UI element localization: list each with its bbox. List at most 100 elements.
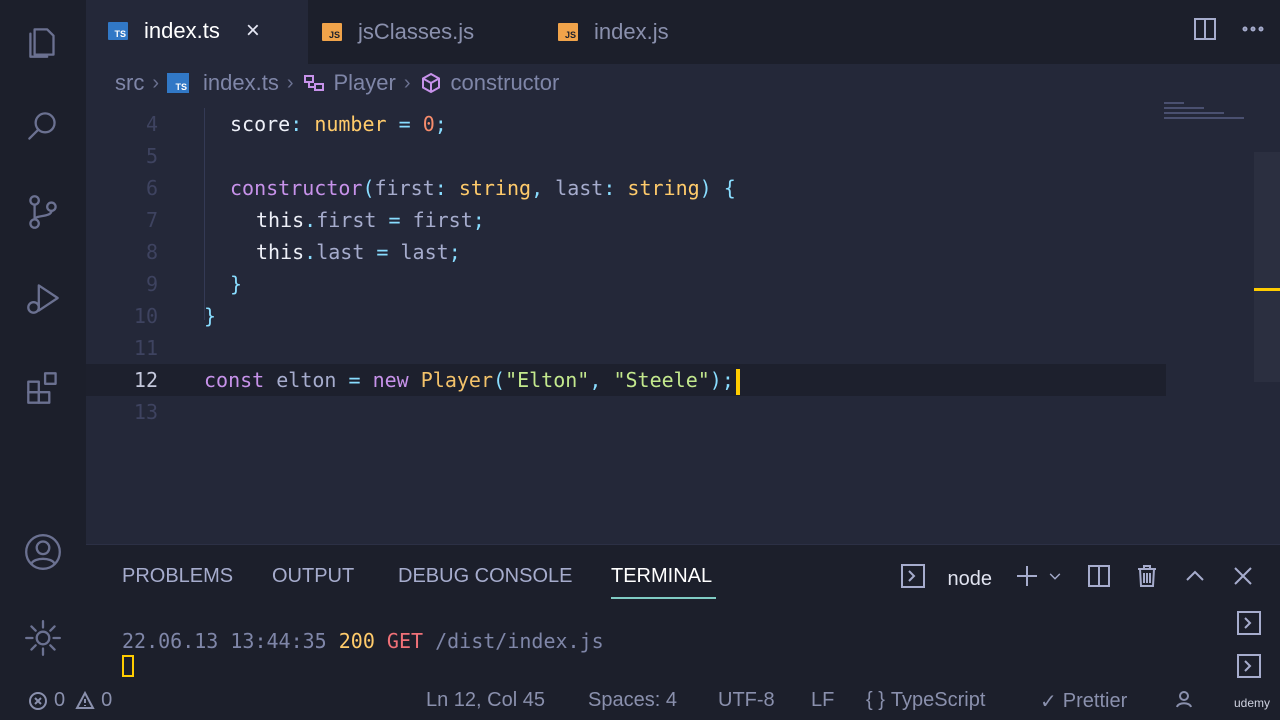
code-text: } [204,300,216,332]
log-timestamp: 22.06.13 13:44:35 [122,629,327,653]
breadcrumb-file[interactable]: index.ts [203,70,279,96]
terminal-icon[interactable] [1236,654,1262,683]
accounts-icon[interactable] [21,530,65,574]
terminal-icon[interactable] [1236,611,1262,640]
tab-problems[interactable]: PROBLEMS [122,565,233,588]
code-line[interactable]: 10} [86,300,1166,332]
formatter-label: Prettier [1062,690,1128,712]
watermark: udemy [1233,696,1270,710]
code-token: last [316,240,365,264]
encoding[interactable]: UTF-8 [718,689,775,712]
method-icon [419,71,443,95]
panel-actions: node [900,563,1257,595]
status-bar: 0 0 Ln 12, Col 45 Spaces: 4 UTF-8 LF { }… [0,684,1280,720]
code-token: Player [420,368,494,392]
extensions-icon[interactable] [21,366,65,410]
code-token: . [304,240,317,264]
tab-terminal[interactable]: TERMINAL [611,565,717,599]
code-token: , [531,176,556,200]
new-terminal-plus-icon[interactable] [1014,563,1040,595]
cursor-position[interactable]: Ln 12, Col 45 [426,689,545,712]
code-line[interactable]: 4 score: number = 0; [86,108,1166,140]
line-number: 11 [133,336,158,360]
terminal-name[interactable]: node [948,568,993,591]
breadcrumb-class[interactable]: Player [334,70,396,96]
trash-icon[interactable] [1134,563,1160,595]
code-line[interactable]: 5 [86,140,1166,172]
check-icon: ✓ [1040,691,1057,713]
breadcrumb: src › TS index.ts › Player › constructor [86,64,1280,102]
typescript-file-icon: TS [167,73,189,93]
code-line[interactable]: 7 this.first = first; [86,204,1166,236]
chevron-up-icon[interactable] [1182,563,1208,595]
code-text: score: number = 0; [230,108,447,140]
end-of-line[interactable]: LF [811,689,834,712]
code-text: } [230,268,242,300]
braces-icon: { } [866,689,885,711]
code-token: ; [434,112,447,136]
language-mode[interactable]: { } TypeScript [866,689,985,712]
bottom-panel: PROBLEMS OUTPUT DEBUG CONSOLE TERMINAL n… [86,544,1280,684]
code-line[interactable]: 9} [86,268,1166,300]
tab-debug-console[interactable]: DEBUG CONSOLE [398,565,572,588]
code-token: = [336,368,373,392]
breadcrumb-folder[interactable]: src [115,70,144,96]
tab-index-js[interactable]: JS index.js [558,0,669,64]
code-token: : [603,176,628,200]
line-number: 12 [133,368,158,392]
indentation[interactable]: Spaces: 4 [588,689,677,712]
line-number: 4 [145,112,158,136]
line-number: 5 [145,144,158,168]
code-token: = [376,208,413,232]
error-count: 0 [54,689,66,711]
split-editor-icon[interactable] [1192,16,1218,47]
settings-gear-icon[interactable] [21,616,65,660]
explorer-icon[interactable] [21,20,65,64]
line-number: 10 [133,304,158,328]
split-terminal-icon[interactable] [1086,563,1112,595]
breadcrumb-method[interactable]: constructor [451,70,560,96]
class-icon [302,71,326,95]
log-method: GET [386,629,424,653]
code-line[interactable]: 11 [86,332,1166,364]
code-token: ) { [699,176,736,200]
chevron-down-icon[interactable] [1046,563,1064,595]
problems-summary[interactable]: 0 0 [28,689,112,712]
close-panel-icon[interactable] [1230,563,1256,595]
log-status: 200 [338,629,375,653]
code-token: new [372,368,421,392]
code-line[interactable]: 13 [86,396,1166,428]
formatter[interactable]: ✓ Prettier [1040,689,1127,714]
search-icon[interactable] [21,104,65,148]
code-token: last [555,176,604,200]
code-token: last [400,240,449,264]
code-token: first [316,208,377,232]
code-line[interactable]: 6 constructor(first: string, last: string… [86,172,1166,204]
code-text: const elton = new Player("Elton", "Steel… [204,364,740,396]
tab-index-ts[interactable]: TS index.ts × [86,0,308,64]
source-control-icon[interactable] [21,190,65,234]
code-line[interactable]: 12 const elton = new Player("Elton", "Ste… [86,364,1166,396]
editor-scrollbar[interactable] [1254,152,1280,382]
code-text: this.last = last; [256,236,461,268]
code-editor[interactable]: 4 score: number = 0; 5 6 constructor(first: … [86,102,1280,544]
cursor-position-marker [1254,288,1280,291]
feedback-icon[interactable] [1174,689,1194,709]
tab-output[interactable]: OUTPUT [272,565,354,588]
code-token: ); [709,368,734,392]
editor-tab-bar: TS index.ts × JS jsClasses.js JS index.j… [86,0,1280,64]
run-debug-icon[interactable] [21,276,65,320]
code-text: this.first = first; [256,204,485,236]
terminal-cursor [122,655,134,677]
language-label: TypeScript [890,689,986,711]
more-actions-icon[interactable] [1240,16,1266,47]
close-icon[interactable]: × [246,17,260,45]
javascript-file-icon: JS [322,23,342,41]
tab-jsclasses-js[interactable]: JS jsClasses.js [322,0,474,64]
code-token: "Steele" [613,368,710,392]
chevron-right-icon: › [403,71,411,94]
terminal-icon [900,563,926,595]
minimap[interactable] [1164,102,1254,142]
code-token: this [256,208,305,232]
code-line[interactable]: 8 this.last = last; [86,236,1166,268]
